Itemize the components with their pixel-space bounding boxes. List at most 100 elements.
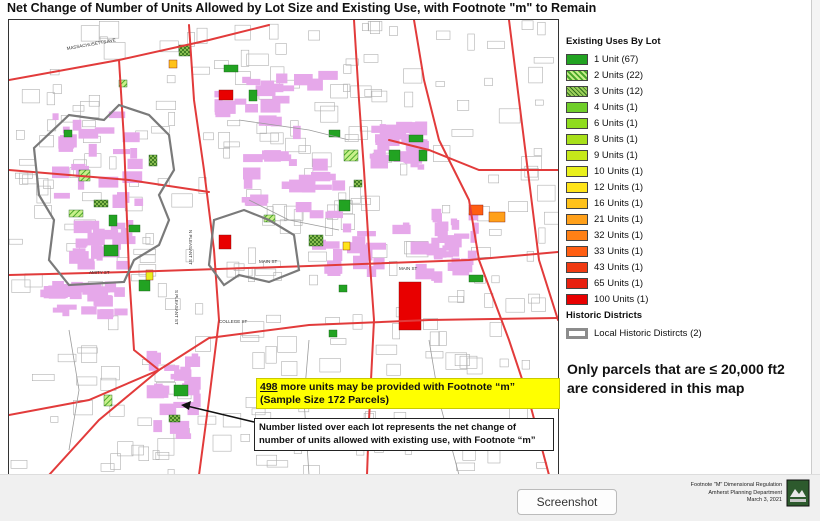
parcel-outline bbox=[489, 229, 502, 236]
unit-parcel bbox=[108, 214, 118, 227]
parcel-outline bbox=[320, 105, 339, 123]
eligible-parcel bbox=[97, 309, 113, 320]
parcel-outline bbox=[52, 84, 62, 94]
parcel-outline bbox=[386, 363, 401, 376]
eligible-parcel bbox=[88, 143, 97, 157]
parcel-outline bbox=[137, 417, 152, 426]
parcel-outline bbox=[350, 85, 372, 98]
eligible-parcel bbox=[191, 353, 199, 361]
parcel-outline bbox=[82, 120, 96, 128]
unit-parcel bbox=[338, 199, 351, 212]
parcel-outline bbox=[531, 297, 546, 312]
parcel-outline bbox=[487, 40, 505, 50]
legend-row: 21 Units (1) bbox=[566, 211, 776, 227]
legend-swatch bbox=[566, 213, 588, 225]
parcel-outline bbox=[521, 20, 534, 30]
parcel-outline bbox=[499, 358, 509, 368]
eligible-parcel bbox=[243, 154, 263, 163]
legend-items: 1 Unit (67) 2 Units (22) 3 Units (12) 4 Uni… bbox=[566, 51, 776, 307]
parcel-outline bbox=[467, 33, 475, 51]
eligible-parcel bbox=[450, 218, 458, 226]
parcel-outline bbox=[212, 434, 232, 452]
eligible-parcel bbox=[384, 132, 400, 146]
road-label-s-pleasant: S PLEASANT ST bbox=[174, 290, 179, 325]
parcel-outline bbox=[266, 460, 289, 468]
eligible-parcel bbox=[436, 251, 453, 258]
eligible-parcel bbox=[96, 255, 103, 261]
parcel-outline bbox=[534, 99, 544, 106]
parcel-outline bbox=[103, 42, 126, 60]
legend-swatch bbox=[566, 245, 588, 257]
eligible-parcel bbox=[333, 248, 343, 261]
eligible-parcel bbox=[234, 98, 247, 105]
parcel-outline bbox=[508, 201, 528, 213]
lot-number-explanation: Number listed over each lot represents t… bbox=[254, 418, 554, 451]
unit-parcel-large bbox=[398, 281, 422, 331]
units-total: 498 bbox=[260, 381, 278, 393]
road-label-main-2: MAIN ST bbox=[399, 266, 418, 271]
road-label-main: MAIN ST bbox=[259, 259, 278, 264]
parcel-outline bbox=[484, 77, 493, 87]
unit-parcel bbox=[103, 394, 113, 407]
eligible-parcel bbox=[396, 121, 413, 134]
screenshot-button[interactable]: Screenshot bbox=[517, 489, 617, 515]
legend-swatch bbox=[566, 261, 588, 273]
road-label-n-pleasant: N PLEASANT ST bbox=[188, 230, 193, 265]
eligible-parcel bbox=[279, 154, 292, 162]
eligible-parcel bbox=[87, 239, 105, 246]
parcel-outline bbox=[537, 21, 546, 36]
parcel-outline bbox=[157, 283, 167, 298]
unit-parcel-large bbox=[218, 89, 234, 101]
eligible-parcel bbox=[298, 174, 316, 183]
parcel-outline bbox=[343, 83, 351, 92]
eligible-parcel bbox=[392, 224, 411, 235]
eligible-parcel bbox=[153, 420, 163, 433]
eligible-parcel bbox=[114, 308, 128, 316]
parcel-outline bbox=[435, 81, 445, 87]
parcel-outline bbox=[99, 20, 120, 39]
historic-legend-label: Local Historic Distircts (2) bbox=[594, 327, 702, 339]
eligible-parcel bbox=[48, 288, 66, 299]
parcel-outline bbox=[403, 68, 423, 84]
parcel-outline bbox=[76, 376, 98, 386]
legend-row: 10 Units (1) bbox=[566, 163, 776, 179]
legend-label: 32 Units (1) bbox=[594, 229, 644, 241]
parcel-outline bbox=[9, 238, 23, 245]
road-label-massachusetts: MASSACHUSETTS AVE bbox=[66, 37, 116, 51]
eligible-parcel bbox=[53, 192, 70, 199]
legend-row: 1 Unit (67) bbox=[566, 51, 776, 67]
eligible-parcel bbox=[318, 70, 338, 80]
eligible-parcel bbox=[442, 221, 449, 231]
legend-label: 1 Unit (67) bbox=[594, 53, 639, 65]
eligible-parcel bbox=[117, 232, 133, 243]
parcel-outline bbox=[330, 338, 347, 345]
unit-parcel bbox=[68, 209, 84, 218]
parcel-outline bbox=[392, 322, 401, 340]
eligible-parcel bbox=[352, 236, 366, 249]
parcel-outline bbox=[100, 463, 115, 472]
parcel-outline bbox=[350, 198, 371, 205]
parcel-outline bbox=[309, 274, 318, 286]
parcel-outline bbox=[533, 56, 554, 64]
unit-parcel bbox=[418, 149, 428, 162]
eligible-parcel bbox=[452, 267, 470, 276]
parcel-outline bbox=[109, 156, 117, 170]
parcel-outline bbox=[330, 84, 348, 99]
parcel-outline bbox=[538, 227, 546, 244]
parcel-outline bbox=[50, 416, 59, 423]
parcel-outline bbox=[445, 352, 467, 370]
eligible-parcel bbox=[122, 132, 140, 143]
eligible-parcel bbox=[75, 241, 87, 248]
eligible-parcel bbox=[410, 241, 429, 255]
eligible-parcel bbox=[327, 173, 336, 181]
parcel-outline bbox=[307, 251, 327, 262]
unit-parcel bbox=[138, 279, 151, 292]
legend-label: 10 Units (1) bbox=[594, 165, 644, 177]
unit-parcel-large bbox=[168, 59, 178, 69]
eligible-parcel bbox=[127, 158, 143, 169]
units-callout-text: more units may be provided with Footnote… bbox=[260, 381, 515, 406]
legend-label: 16 Units (1) bbox=[594, 197, 644, 209]
eligible-parcel bbox=[243, 167, 261, 180]
legend-row: 43 Units (1) bbox=[566, 259, 776, 275]
parcel-outline bbox=[223, 147, 230, 159]
